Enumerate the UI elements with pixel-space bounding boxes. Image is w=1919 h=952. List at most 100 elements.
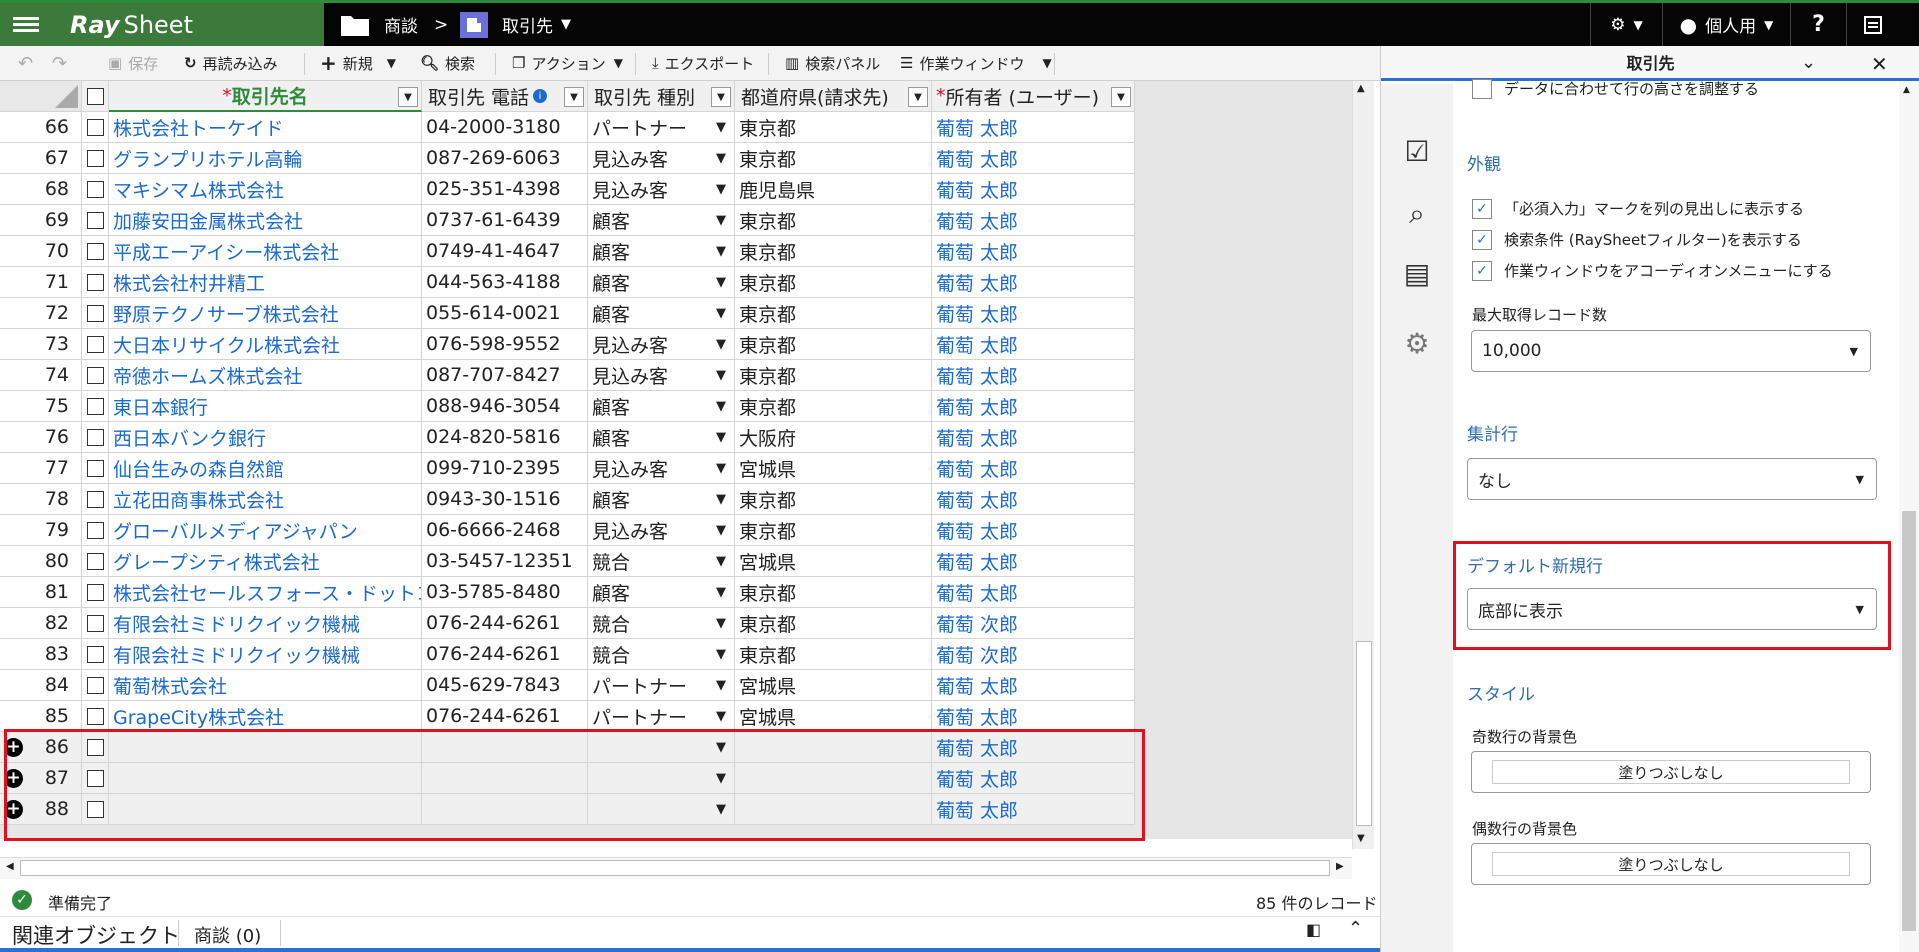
phone-cell[interactable]: 044-563-4188 — [422, 267, 588, 298]
owner-cell[interactable]: 葡萄 太郎 — [932, 577, 1135, 608]
record-link[interactable]: 葡萄 太郎 — [936, 114, 1018, 141]
dropdown-arrow-icon[interactable]: ▼ — [716, 523, 726, 538]
record-link[interactable]: グレープシティ株式会社 — [113, 548, 320, 575]
name-cell[interactable]: グローバルメディアジャパン — [109, 515, 422, 546]
checklist-icon[interactable]: ☑ — [1401, 136, 1433, 168]
scroll-thumb[interactable] — [1356, 641, 1372, 826]
name-cell[interactable]: グレープシティ株式会社 — [109, 546, 422, 577]
phone-cell[interactable]: 076-244-6261 — [422, 608, 588, 639]
record-link[interactable]: 葡萄 太郎 — [936, 579, 1018, 606]
row-checkbox[interactable] — [82, 484, 109, 515]
name-cell[interactable]: 東日本銀行 — [109, 391, 422, 422]
row-checkbox[interactable] — [82, 174, 109, 205]
dropdown-arrow-icon[interactable]: ▼ — [716, 151, 726, 166]
prefecture-cell[interactable]: 東京都 — [735, 515, 932, 546]
column-header-name[interactable]: * 取引先名 ▼ — [109, 81, 422, 112]
prefecture-cell[interactable]: 東京都 — [735, 143, 932, 174]
record-link[interactable]: 葡萄 太郎 — [936, 176, 1018, 203]
dropdown-arrow-icon[interactable]: ▼ — [716, 275, 726, 290]
owner-cell[interactable]: 葡萄 太郎 — [932, 391, 1135, 422]
expand-up-icon[interactable]: ⌃ — [1348, 918, 1363, 939]
record-link[interactable]: 葡萄 太郎 — [936, 331, 1018, 358]
dropdown-arrow-icon[interactable]: ▼ — [716, 616, 726, 631]
name-cell[interactable]: 株式会社トーケイド — [109, 112, 422, 143]
row-checkbox[interactable] — [82, 453, 109, 484]
type-cell[interactable]: 顧客 ▼ — [588, 391, 735, 422]
phone-cell[interactable]: 088-946-3054 — [422, 391, 588, 422]
column-header-prefecture[interactable]: 都道府県(請求先) ▼ — [735, 81, 932, 112]
prefecture-cell[interactable]: 宮城県 — [735, 453, 932, 484]
row-checkbox[interactable] — [82, 701, 109, 732]
new-dropdown-arrow[interactable]: ▼ — [387, 56, 396, 70]
record-link[interactable]: グローバルメディアジャパン — [113, 517, 358, 544]
type-cell[interactable]: パートナー ▼ — [588, 670, 735, 701]
dropdown-arrow-icon[interactable]: ▼ — [716, 430, 726, 445]
type-cell[interactable]: 競合 ▼ — [588, 608, 735, 639]
owner-cell[interactable]: 葡萄 太郎 — [932, 205, 1135, 236]
owner-cell[interactable]: 葡萄 太郎 — [932, 112, 1135, 143]
phone-cell[interactable]: 03-5457-12351 — [422, 546, 588, 577]
default-new-row-select[interactable]: 底部に表示 ▼ — [1467, 588, 1877, 630]
dropdown-arrow-icon[interactable]: ▼ — [716, 120, 726, 135]
name-cell[interactable]: 平成エーアイシー株式会社 — [109, 236, 422, 267]
name-cell[interactable]: 有限会社ミドリクイック機械 — [109, 608, 422, 639]
max-records-select[interactable]: 10,000 ▼ — [1471, 330, 1871, 372]
type-cell[interactable]: 見込み客 ▼ — [588, 453, 735, 484]
record-link[interactable]: 葡萄 太郎 — [936, 517, 1018, 544]
menu-icon[interactable] — [0, 3, 52, 46]
prefecture-cell[interactable]: 東京都 — [735, 236, 932, 267]
row-checkbox[interactable] — [82, 391, 109, 422]
dropdown-arrow-icon[interactable]: ▼ — [716, 213, 726, 228]
phone-cell[interactable]: 024-820-5816 — [422, 422, 588, 453]
scroll-right-icon[interactable]: ▶ — [1336, 861, 1344, 872]
chevron-down-icon[interactable]: ⌄ — [1801, 52, 1816, 73]
prefecture-cell[interactable]: 東京都 — [735, 298, 932, 329]
name-cell[interactable]: GrapeCity株式会社 — [109, 701, 422, 732]
type-cell[interactable]: 見込み客 ▼ — [588, 143, 735, 174]
prefecture-cell[interactable]: 東京都 — [735, 112, 932, 143]
search-panel-icon[interactable]: ⌕ — [1401, 198, 1433, 230]
record-link[interactable]: 葡萄 太郎 — [936, 362, 1018, 389]
row-checkbox[interactable] — [82, 267, 109, 298]
type-cell[interactable]: 見込み客 ▼ — [588, 174, 735, 205]
prefecture-cell[interactable]: 東京都 — [735, 205, 932, 236]
new-button[interactable]: + 新規 ▼ — [320, 46, 396, 80]
dropdown-arrow-icon[interactable]: ▼ — [716, 461, 726, 476]
type-cell[interactable]: 顧客 ▼ — [588, 298, 735, 329]
search-panel-button[interactable]: ▥ 検索パネル — [785, 46, 880, 80]
grid-vertical-scrollbar[interactable]: ▲ ▼ — [1352, 81, 1374, 849]
owner-cell[interactable]: 葡萄 太郎 — [932, 329, 1135, 360]
record-link[interactable]: 平成エーアイシー株式会社 — [113, 238, 339, 265]
dropdown-arrow-icon[interactable]: ▼ — [716, 678, 726, 693]
prefecture-cell[interactable]: 東京都 — [735, 391, 932, 422]
personal-view-menu[interactable]: ● 個人用 ▼ — [1662, 3, 1790, 46]
record-link[interactable]: 葡萄 太郎 — [936, 548, 1018, 575]
summary-row-select[interactable]: なし ▼ — [1467, 458, 1877, 500]
row-checkbox[interactable] — [82, 360, 109, 391]
name-cell[interactable]: マキシマム株式会社 — [109, 174, 422, 205]
hscroll-thumb[interactable] — [20, 860, 1330, 876]
help-button[interactable]: ? — [1790, 3, 1846, 46]
record-link[interactable]: 有限会社ミドリクイック機械 — [113, 610, 360, 637]
prefecture-cell[interactable]: 東京都 — [735, 360, 932, 391]
filter-dropdown-icon[interactable]: ▼ — [564, 87, 584, 107]
type-cell[interactable]: 見込み客 ▼ — [588, 360, 735, 391]
name-cell[interactable]: 加藤安田金属株式会社 — [109, 205, 422, 236]
record-link[interactable]: 葡萄 太郎 — [936, 145, 1018, 172]
name-cell[interactable]: 葡萄株式会社 — [109, 670, 422, 701]
type-cell[interactable]: 顧客 ▼ — [588, 422, 735, 453]
scroll-up-icon[interactable]: ▲ — [1357, 83, 1365, 94]
record-link[interactable]: 立花田商事株式会社 — [113, 486, 284, 513]
filter-dropdown-icon[interactable]: ▼ — [711, 87, 731, 107]
record-link[interactable]: 葡萄 太郎 — [936, 486, 1018, 513]
column-header-type[interactable]: 取引先 種別 ▼ — [588, 81, 735, 112]
record-link[interactable]: マキシマム株式会社 — [113, 176, 284, 203]
type-cell[interactable]: 競合 ▼ — [588, 639, 735, 670]
record-link[interactable]: 西日本バンク銀行 — [113, 424, 266, 451]
record-link[interactable]: 葡萄 太郎 — [936, 269, 1018, 296]
dropdown-arrow-icon[interactable]: ▼ — [716, 647, 726, 662]
owner-cell[interactable]: 葡萄 太郎 — [932, 143, 1135, 174]
gear-settings-icon[interactable]: ⚙ — [1401, 328, 1433, 360]
work-window-button[interactable]: ☰ 作業ウィンドウ ▼ — [900, 46, 1052, 80]
name-cell[interactable]: 野原テクノサーブ株式会社 — [109, 298, 422, 329]
